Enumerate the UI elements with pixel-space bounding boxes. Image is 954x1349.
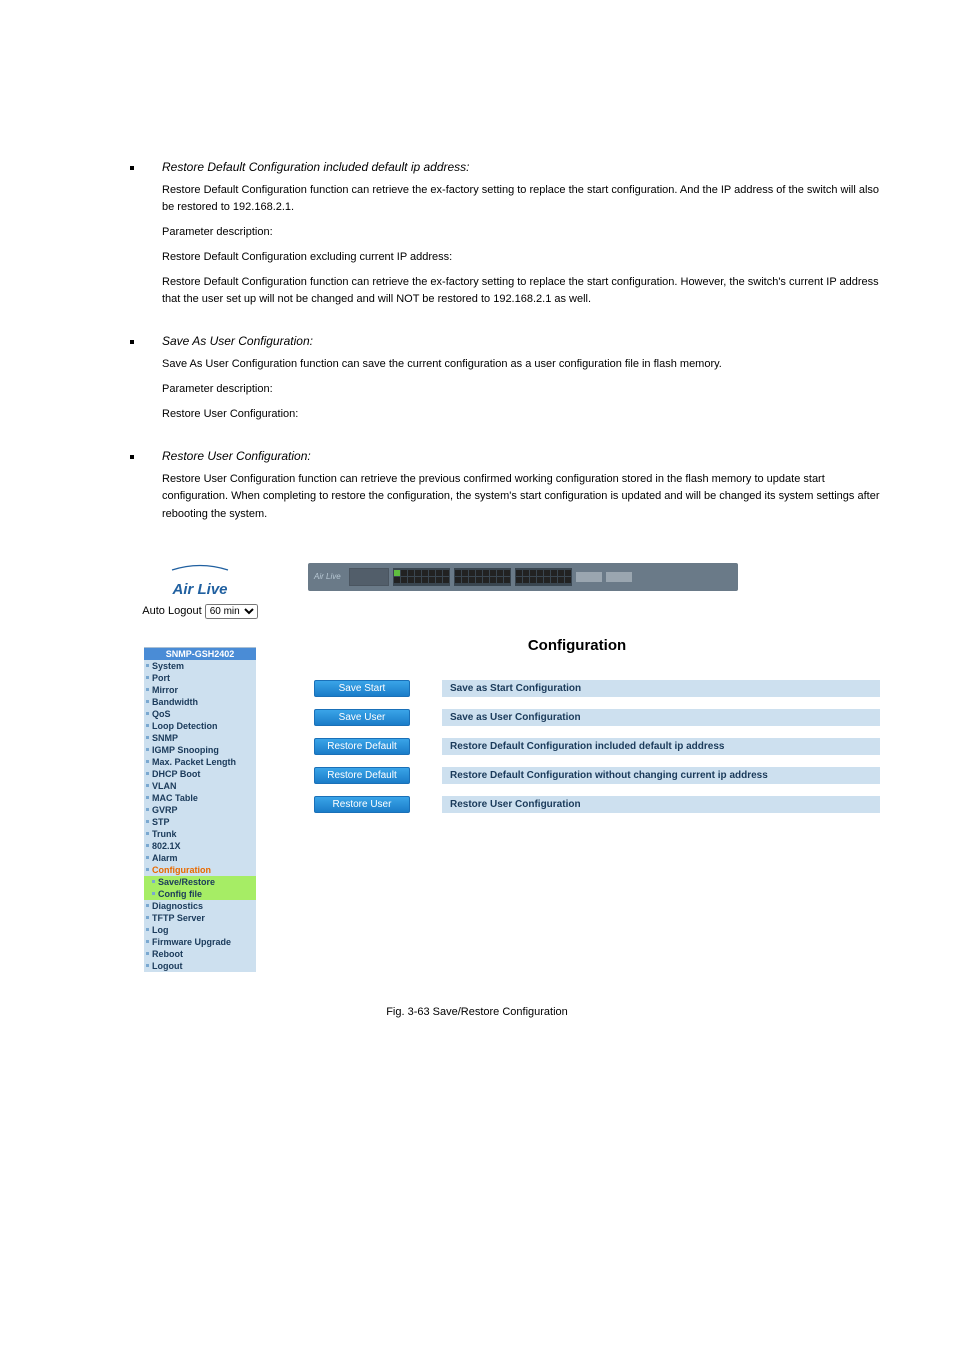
sidebar-item-system[interactable]: System — [144, 660, 256, 672]
save-start-button[interactable]: Save Start — [314, 680, 410, 697]
port-group-1 — [393, 568, 450, 586]
sidebar-item-gvrp[interactable]: GVRP — [144, 804, 256, 816]
config-row: Restore Default Restore Default Configura… — [314, 738, 880, 755]
paragraph: Restore Default Configuration function c… — [162, 182, 884, 216]
sidebar-item-port[interactable]: Port — [144, 672, 256, 684]
page-title: Configuration — [314, 637, 840, 654]
device-led-panel — [349, 568, 389, 586]
restore-default-button[interactable]: Restore Default — [314, 767, 410, 784]
brand-text: Air Live — [110, 571, 290, 598]
sidebar-item-dhcp-boot[interactable]: DHCP Boot — [144, 768, 256, 780]
device-image: Air Live — [308, 563, 738, 591]
main-panel: Air Live — [314, 563, 880, 825]
app-screenshot: Air Live Auto Logout 60 min SNMP-GSH2402… — [110, 563, 880, 972]
heading-save-user: Save As User Configuration: — [162, 334, 313, 348]
sfp-slots — [606, 572, 632, 582]
sidebar-item-reboot[interactable]: Reboot — [144, 948, 256, 960]
auto-logout-select[interactable]: 60 min — [205, 604, 258, 619]
device-brand-text: Air Live — [314, 572, 341, 581]
heading-restore-user: Restore User Configuration: — [162, 449, 311, 463]
save-user-button[interactable]: Save User — [314, 709, 410, 726]
port-group-3 — [515, 568, 572, 586]
sidebar-item-igmp-snooping[interactable]: IGMP Snooping — [144, 744, 256, 756]
sidebar-item-loop-detection[interactable]: Loop Detection — [144, 720, 256, 732]
param-label: Parameter description: — [162, 381, 884, 398]
doc-paragraph-group: Save As User Configuration: Save As User… — [70, 334, 884, 423]
config-row: Save User Save as User Configuration — [314, 709, 880, 726]
config-row-description: Save as User Configuration — [442, 709, 880, 726]
config-row: Restore User Restore User Configuration — [314, 796, 880, 813]
sidebar-item-snmp[interactable]: SNMP — [144, 732, 256, 744]
paragraph: Restore Default Configuration function c… — [162, 274, 884, 308]
auto-logout-label: Auto Logout — [142, 605, 201, 617]
sidebar-item-log[interactable]: Log — [144, 924, 256, 936]
sidebar-item-vlan[interactable]: VLAN — [144, 780, 256, 792]
config-row-description: Restore User Configuration — [442, 796, 880, 813]
sidebar-item-logout[interactable]: Logout — [144, 960, 256, 972]
figure-caption: Fig. 3-63 Save/Restore Configuration — [70, 1006, 884, 1018]
left-panel: Air Live Auto Logout 60 min SNMP-GSH2402… — [110, 563, 290, 972]
sidebar-item-bandwidth[interactable]: Bandwidth — [144, 696, 256, 708]
sidebar-item-stp[interactable]: STP — [144, 816, 256, 828]
sidebar-item-802-1x[interactable]: 802.1X — [144, 840, 256, 852]
nav-header: SNMP-GSH2402 — [144, 648, 256, 660]
sidebar-item-mac-table[interactable]: MAC Table — [144, 792, 256, 804]
sidebar-item-firmware-upgrade[interactable]: Firmware Upgrade — [144, 936, 256, 948]
restore-user-button[interactable]: Restore User — [314, 796, 410, 813]
sidebar-item-max-packet-length[interactable]: Max. Packet Length — [144, 756, 256, 768]
auto-logout: Auto Logout 60 min — [110, 604, 290, 619]
brand-logo: Air Live — [110, 563, 290, 598]
port-group-2 — [454, 568, 511, 586]
sidebar-item-config-file[interactable]: Config file — [144, 888, 256, 900]
paragraph: Restore User Configuration: — [162, 406, 884, 423]
sidebar-item-alarm[interactable]: Alarm — [144, 852, 256, 864]
sidebar-item-diagnostics[interactable]: Diagnostics — [144, 900, 256, 912]
bullet-icon — [130, 455, 134, 459]
sidebar-item-tftp-server[interactable]: TFTP Server — [144, 912, 256, 924]
config-row: Restore Default Restore Default Configura… — [314, 767, 880, 784]
doc-paragraph-group: Restore Default Configuration included d… — [70, 160, 884, 308]
paragraph: Restore Default Configuration excluding … — [162, 249, 884, 266]
config-row-description: Restore Default Configuration without ch… — [442, 767, 880, 784]
config-row-description: Restore Default Configuration included d… — [442, 738, 880, 755]
config-row-description: Save as Start Configuration — [442, 680, 880, 697]
sidebar-item-save-restore[interactable]: Save/Restore — [144, 876, 256, 888]
config-row: Save Start Save as Start Configuration — [314, 680, 880, 697]
sidebar-item-trunk[interactable]: Trunk — [144, 828, 256, 840]
param-label: Parameter description: — [162, 224, 884, 241]
sfp-slots — [576, 572, 602, 582]
sidebar-item-mirror[interactable]: Mirror — [144, 684, 256, 696]
restore-default-button[interactable]: Restore Default — [314, 738, 410, 755]
doc-paragraph-group: Restore User Configuration: Restore User… — [70, 449, 884, 522]
sidebar-item-qos[interactable]: QoS — [144, 708, 256, 720]
heading-restore-default: Restore Default Configuration included d… — [162, 160, 470, 174]
paragraph: Restore User Configuration function can … — [162, 471, 884, 522]
config-rows: Save StartSave as Start ConfigurationSav… — [314, 680, 880, 813]
sidebar-nav: SNMP-GSH2402 SystemPortMirrorBandwidthQo… — [144, 647, 256, 972]
bullet-icon — [130, 166, 134, 170]
sidebar-item-configuration[interactable]: Configuration — [144, 864, 256, 876]
paragraph: Save As User Configuration function can … — [162, 356, 884, 373]
bullet-icon — [130, 340, 134, 344]
